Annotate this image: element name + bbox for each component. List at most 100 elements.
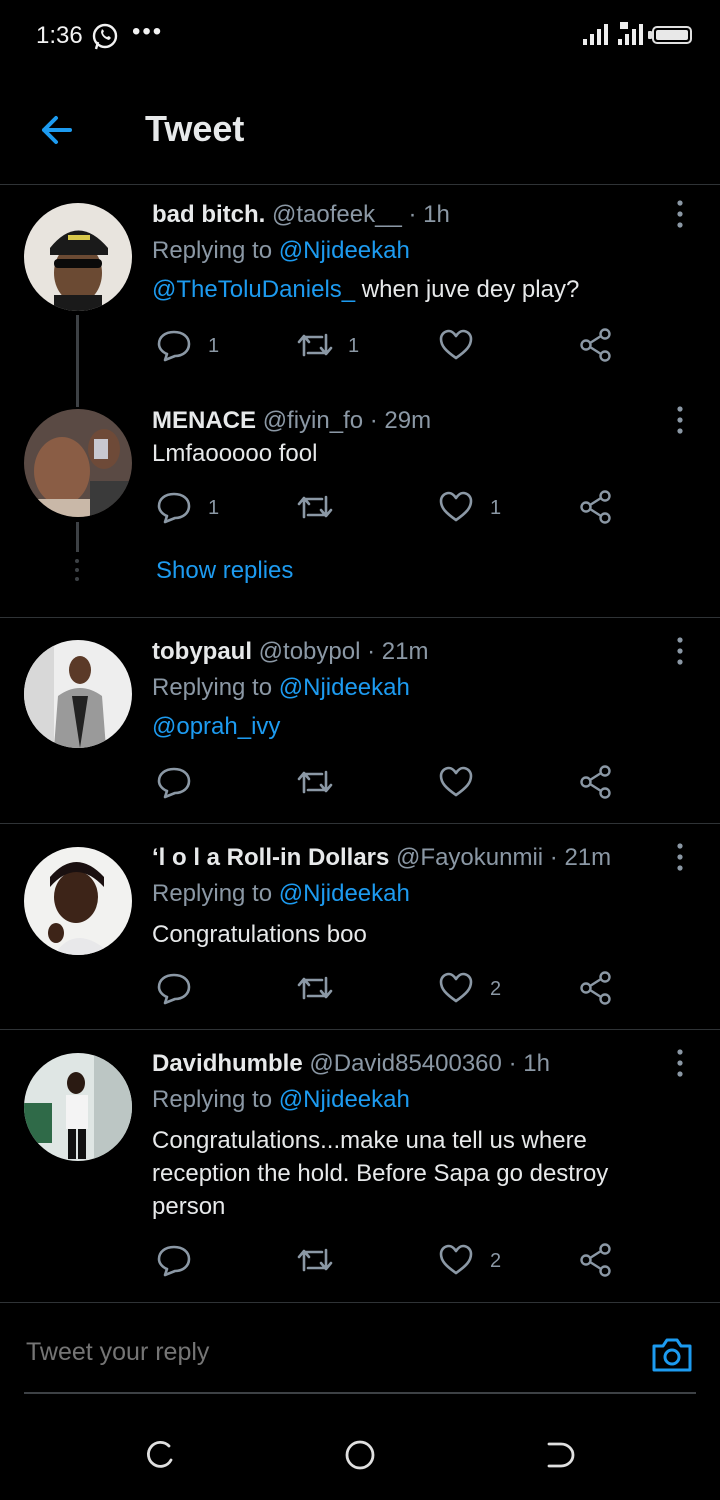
tweet-text: Congratulations boo: [152, 921, 367, 948]
system-nav-bar: [0, 1410, 720, 1500]
more-notifications-icon: •••: [132, 18, 164, 45]
author-name[interactable]: Davidhumble: [152, 1050, 303, 1077]
like-count: 1: [490, 497, 502, 519]
share-icon: [580, 490, 611, 524]
more-vertical-icon[interactable]: [670, 1046, 690, 1080]
replying-to-link[interactable]: @Njideekah: [279, 880, 410, 907]
replying-to-link[interactable]: @Njideekah: [279, 674, 410, 701]
tweet-time: · 21m: [367, 638, 429, 665]
tweet-text-body: when juve dey play?: [355, 276, 580, 303]
back-arrow-icon[interactable]: [36, 110, 76, 150]
replying-prefix: Replying to: [152, 237, 273, 264]
retweet-icon: [297, 770, 333, 794]
thread-line: [76, 522, 79, 552]
show-replies-link[interactable]: Show replies: [156, 557, 293, 585]
author-handle: @tobypol: [258, 638, 361, 665]
tweet-item[interactable]: ‘l o l a Roll-in Dollars⁣ @Fayokunmii · …: [0, 824, 720, 1030]
tweet-time: · 1h: [408, 201, 450, 228]
status-time: 1:36: [36, 22, 83, 49]
tweet-item[interactable]: bad bitch. @taofeek__ · 1h Replying to @…: [0, 185, 720, 407]
replying-prefix: Replying to: [152, 880, 273, 907]
reply-icon: [157, 492, 191, 524]
retweet-icon: [297, 976, 333, 1000]
tweet-text-line: reception the hold. Before Sapa go destr…: [152, 1160, 609, 1187]
home-icon[interactable]: [343, 1438, 377, 1472]
more-vertical-icon[interactable]: [670, 634, 690, 668]
retweet-icon: [297, 333, 333, 357]
retweet-count: 1: [348, 335, 360, 357]
tweet-item[interactable]: MENACE @fiyin_fo · 29m Lmfaooooo fool 1 …: [0, 405, 720, 618]
thread-line: [76, 315, 79, 407]
tweet-time: · 29m: [369, 407, 432, 434]
reply-input[interactable]: [24, 1337, 588, 1368]
author-name[interactable]: tobypaul: [152, 638, 252, 665]
tweet-actions: [152, 764, 622, 804]
tweet-actions: 1 1: [152, 327, 622, 367]
retweet-icon: [297, 495, 333, 519]
mention-link[interactable]: @TheToluDaniels_: [152, 276, 355, 303]
like-icon: [439, 1244, 473, 1275]
camera-icon[interactable]: [650, 1332, 694, 1376]
tweet-actions: 1 1: [152, 489, 622, 529]
tweet-item[interactable]: tobypaul @tobypol · 21m Replying to @Nji…: [0, 618, 720, 824]
like-icon: [439, 972, 473, 1003]
mention-link[interactable]: @oprah_ivy: [152, 713, 280, 740]
reply-count: 1: [208, 335, 220, 357]
reply-underline: [24, 1392, 696, 1394]
tweet-text: Congratulations...make una tell us where…: [152, 1124, 608, 1223]
like-count: 2: [490, 978, 502, 1000]
avatar[interactable]: [24, 409, 132, 517]
recent-apps-icon[interactable]: [143, 1438, 177, 1472]
author-handle: @taofeek__: [272, 201, 402, 228]
replying-to: Replying to @Njideekah: [152, 880, 410, 908]
tweet-meta: ‘l o l a Roll-in Dollars⁣ @Fayokunmii · …: [152, 844, 611, 872]
status-bar: 1:36 •••: [0, 0, 720, 72]
avatar[interactable]: [24, 847, 132, 955]
retweet-icon: [297, 1248, 333, 1272]
author-name[interactable]: bad bitch.: [152, 201, 265, 228]
tweet-meta: MENACE @fiyin_fo · 29m: [152, 407, 431, 435]
tweet-text-line: person: [152, 1193, 226, 1220]
more-vertical-icon[interactable]: [670, 840, 690, 874]
like-icon: [439, 766, 473, 797]
avatar[interactable]: [24, 1053, 132, 1161]
avatar[interactable]: [24, 203, 132, 311]
replying-to: Replying to @Njideekah: [152, 237, 410, 265]
more-vertical-icon[interactable]: [670, 197, 690, 231]
tweet-meta: tobypaul @tobypol · 21m: [152, 638, 428, 666]
more-vertical-icon[interactable]: [670, 403, 690, 437]
replying-prefix: Replying to: [152, 674, 273, 701]
back-icon[interactable]: [543, 1438, 577, 1472]
like-icon: [439, 491, 473, 522]
like-count: 2: [490, 1250, 502, 1272]
tweet-meta: Davidhumble @David85400360 · 1h: [152, 1050, 550, 1078]
author-handle: @Fayokunmii: [396, 844, 544, 871]
share-icon: [580, 765, 611, 799]
replying-to: Replying to @Njideekah: [152, 1086, 410, 1114]
tweet-item[interactable]: Davidhumble @David85400360 · 1h Replying…: [0, 1030, 720, 1300]
top-app-bar: Tweet: [0, 80, 720, 185]
avatar[interactable]: [24, 640, 132, 748]
author-name[interactable]: MENACE: [152, 407, 256, 434]
tweet-actions: 2: [152, 970, 622, 1010]
author-name[interactable]: ‘l o l a Roll-in Dollars⁣: [152, 844, 389, 871]
page-title: Tweet: [145, 108, 245, 149]
replying-to-link[interactable]: @Njideekah: [279, 237, 410, 264]
tweet-time: · 21m: [549, 844, 612, 871]
reply-composer: [0, 1302, 720, 1395]
reply-icon: [157, 1245, 191, 1277]
tweet-time: · 1h: [508, 1050, 550, 1077]
replying-to-link[interactable]: @Njideekah: [279, 1086, 410, 1113]
like-icon: [439, 329, 473, 360]
share-icon: [580, 328, 611, 362]
tweet-meta: bad bitch. @taofeek__ · 1h: [152, 201, 450, 229]
tweet-actions: 2: [152, 1242, 622, 1282]
whatsapp-icon: [92, 23, 118, 50]
reply-icon: [157, 973, 191, 1005]
tweet-text: Lmfaooooo fool: [152, 440, 318, 467]
signal-icon: [583, 24, 608, 45]
reply-icon: [157, 330, 191, 362]
more-replies-dots: [75, 559, 79, 581]
signal-icon-2: [618, 22, 643, 45]
battery-icon: [652, 26, 692, 44]
